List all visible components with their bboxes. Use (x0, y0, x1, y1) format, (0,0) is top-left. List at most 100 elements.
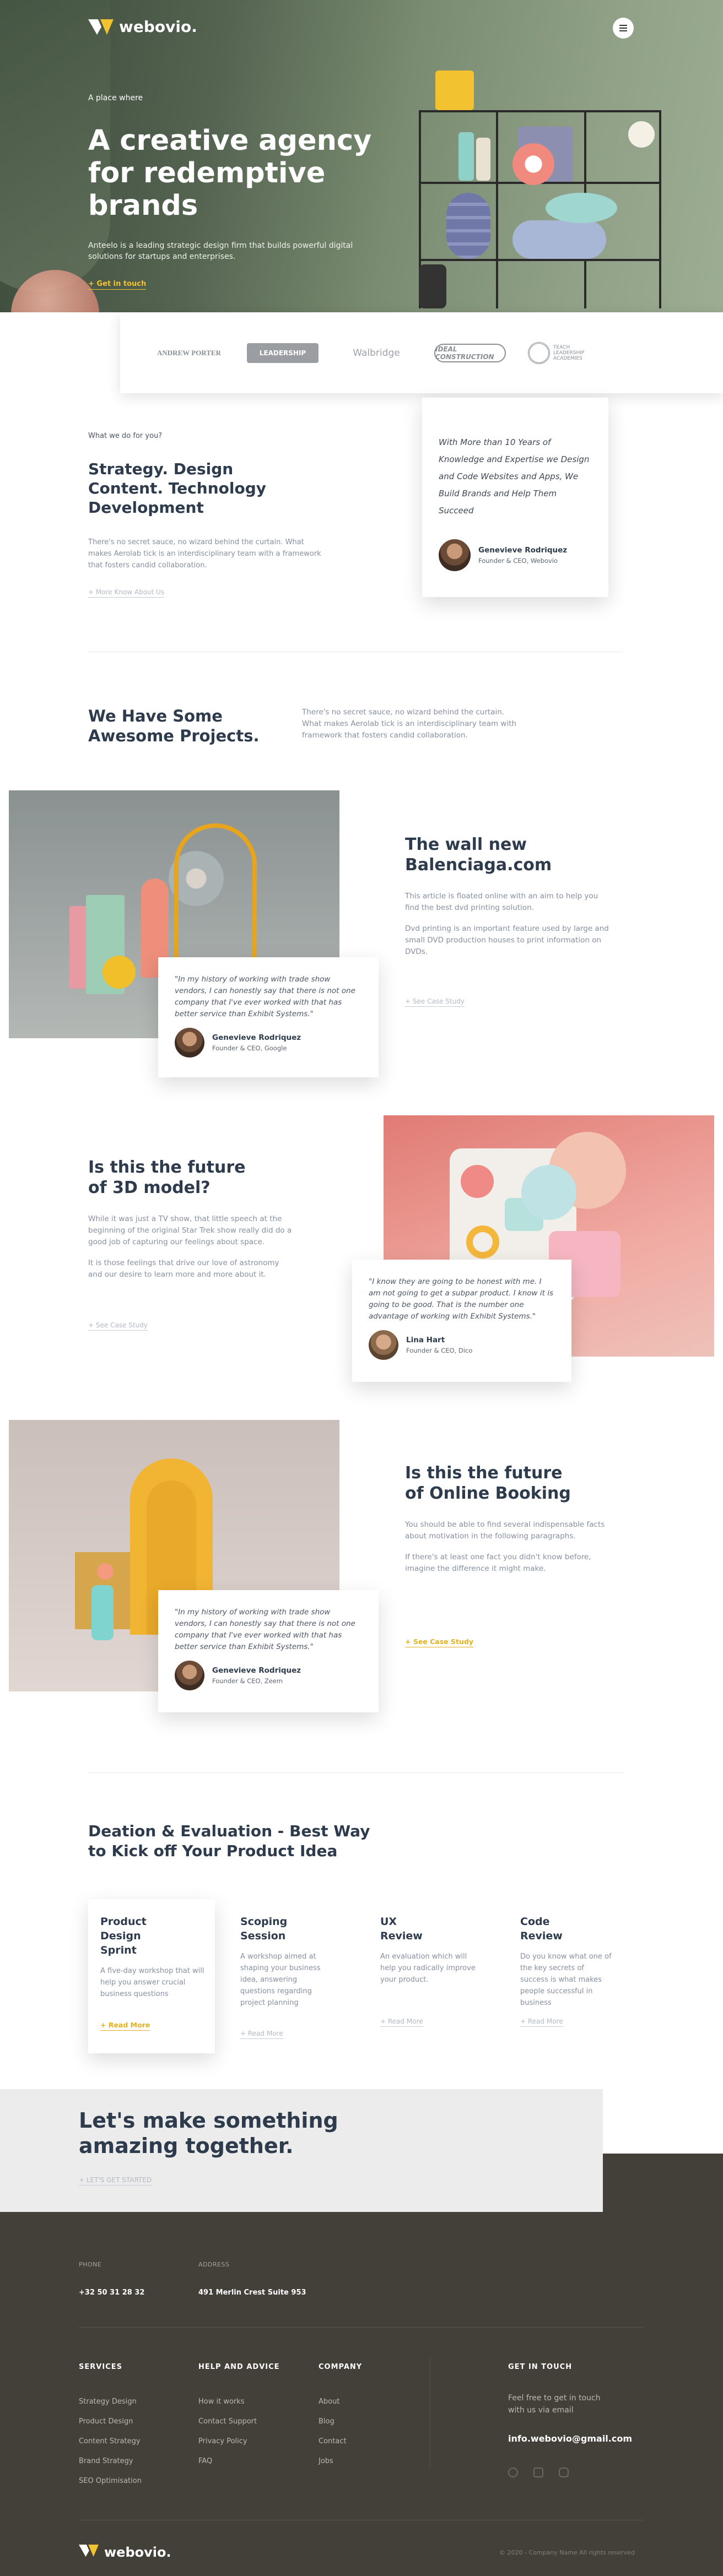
footer-logo[interactable]: webovio. (79, 2545, 171, 2560)
client-logos-bar: ANDREW PORTER LEADERSHIP Walbridge IDEAL… (120, 312, 723, 393)
logo-mark-icon (79, 2545, 99, 2560)
footer-contact-text: Feel free to get in touch with us via em… (508, 2394, 601, 2415)
cta-title: Let's make something amazing together. (79, 2108, 338, 2158)
footer-link[interactable]: Jobs (319, 2452, 347, 2471)
hamburger-icon-line (619, 28, 627, 29)
author-name: Genevieve Rodriquez (478, 546, 568, 555)
top-testimonial-author: Genevieve Rodriquez Founder & CEO, Webov… (439, 539, 592, 571)
author-name: Genevieve Rodriquez (212, 1666, 301, 1675)
footer-link[interactable]: Blog (319, 2412, 347, 2432)
avatar (175, 1028, 204, 1057)
project-1-testimonial-card: "In my history of working with trade sho… (158, 957, 379, 1077)
avatar (369, 1330, 398, 1360)
more-about-us-link[interactable]: + More Know About Us (88, 588, 165, 598)
process-card-text: A five-day workshop that will help you a… (100, 1967, 204, 1998)
footer: PHONE +32 50 31 28 32 ADDRESS 491 Merlin… (0, 2154, 723, 2576)
hero-section: webovio. A place where A creative agency… (0, 0, 723, 312)
footer-address: 491 Merlin Crest Suite 953 (198, 2288, 306, 2297)
project-1-text-1: This article is floated online with an a… (405, 892, 598, 912)
client-logo: ANDREW PORTER (157, 348, 221, 357)
project-1-case-study-link[interactable]: + See Case Study (405, 997, 465, 1007)
project-3-quote: "In my history of working with trade sho… (175, 1608, 355, 1651)
project-1-quote: "In my history of working with trade sho… (175, 975, 355, 1018)
project-1-text-2: Dvd printing is an important feature use… (405, 924, 609, 956)
process-card-title: UX Review (380, 1916, 423, 1942)
footer-services-list: Strategy Design Product Design Content S… (79, 2392, 142, 2491)
project-1-title: The wall new Balenciaga.com (405, 835, 552, 875)
footer-divider (79, 2327, 644, 2328)
process-card-title: Code Review (520, 1916, 563, 1942)
process-card-scoping-session[interactable]: Scoping Session A workshop aimed at shap… (228, 1899, 355, 2053)
project-2-case-study-link[interactable]: + See Case Study (88, 1321, 148, 1331)
lets-get-started-link[interactable]: + LET'S GET STARTED (79, 2176, 152, 2185)
footer-link[interactable]: Content Strategy (79, 2432, 142, 2452)
footer-email-link[interactable]: info.webovio@gmail.com (508, 2433, 632, 2444)
footer-phone[interactable]: +32 50 31 28 32 (79, 2288, 144, 2297)
projects-title: We Have Some Awesome Projects. (88, 707, 260, 745)
author-role: Founder & CEO, Zeem (212, 1677, 283, 1685)
instagram-icon[interactable] (559, 2467, 569, 2477)
footer-help-list: How it works Contact Support Privacy Pol… (198, 2392, 257, 2471)
footer-services-head: SERVICES (79, 2363, 122, 2371)
client-logo: TEACH LEADERSHIP ACADEMIES (528, 337, 600, 370)
footer-social (508, 2467, 569, 2477)
read-more-link[interactable]: + Read More (380, 2018, 423, 2027)
process-card-title: Product Design Sprint (100, 1916, 147, 1956)
process-card-ux-review[interactable]: UX Review An evaluation which will help … (368, 1899, 495, 2053)
section-divider (88, 1772, 623, 1773)
author-name: Lina Hart (406, 1336, 445, 1344)
logo-text: webovio. (104, 2545, 171, 2560)
process-title: Deation & Evaluation - Best Way to Kick … (88, 1822, 370, 1860)
project-2-testimonial-card: "I know they are going to be honest with… (352, 1260, 571, 1382)
footer-copyright: © 2020 - Company Name All rights reserve… (499, 2549, 635, 2556)
services-eyebrow: What we do for you? (88, 432, 163, 440)
process-card-text: Do you know what one of the key secrets … (520, 1953, 612, 2007)
footer-link[interactable]: Product Design (79, 2412, 142, 2432)
footer-phone-label: PHONE (79, 2261, 102, 2268)
top-testimonial-card: With More than 10 Years of Knowledge and… (422, 398, 608, 597)
site-logo[interactable]: webovio. (88, 18, 197, 36)
services-text: There's no secret sauce, no wizard behin… (88, 538, 321, 570)
avatar (439, 539, 471, 571)
project-3-text-1: You should be able to find several indis… (405, 1520, 605, 1541)
academy-seal-icon (528, 341, 550, 364)
logo-mark-icon (88, 19, 114, 35)
facebook-icon[interactable] (508, 2467, 518, 2477)
project-3-text-2: If there's at least one fact you didn't … (405, 1553, 591, 1573)
hero-title: A creative agency for redemptive brands (88, 124, 372, 222)
author-role: Founder & CEO, Dico (406, 1347, 473, 1354)
process-card-code-review[interactable]: Code Review Do you know what one of the … (508, 1899, 635, 2053)
twitter-icon[interactable] (533, 2467, 543, 2477)
read-more-link[interactable]: + Read More (520, 2018, 563, 2027)
get-in-touch-link[interactable]: + Get in touch (88, 280, 147, 290)
read-more-link[interactable]: + Read More (100, 2021, 150, 2031)
footer-company-list: About Blog Contact Jobs (319, 2392, 347, 2471)
footer-link[interactable]: Contact (319, 2432, 347, 2452)
avatar (175, 1661, 204, 1690)
footer-link[interactable]: Brand Strategy (79, 2452, 142, 2471)
client-logo: IDEAL CONSTRUCTION (434, 343, 506, 362)
project-2-text-1: While it was just a TV show, that little… (88, 1214, 292, 1246)
project-3-case-study-link[interactable]: + See Case Study (405, 1637, 473, 1647)
footer-link[interactable]: How it works (198, 2392, 257, 2412)
project-3-testimonial-card: "In my history of working with trade sho… (158, 1590, 379, 1712)
footer-link[interactable]: Privacy Policy (198, 2432, 257, 2452)
client-logo: LEADERSHIP (247, 343, 319, 363)
read-more-link[interactable]: + Read More (240, 2030, 283, 2039)
footer-link[interactable]: FAQ (198, 2452, 257, 2471)
process-card-text: A workshop aimed at shaping your busines… (240, 1953, 321, 2007)
hamburger-icon (619, 25, 627, 26)
menu-button[interactable] (613, 18, 634, 39)
logo-text: webovio. (119, 18, 197, 36)
footer-contact-head: GET IN TOUCH (508, 2363, 573, 2371)
project-2-author: Lina Hart Founder & CEO, Dico (369, 1330, 555, 1360)
process-card-product-design-sprint[interactable]: Product Design Sprint A five-day worksho… (88, 1899, 215, 2053)
hero-eyebrow: A place where (88, 94, 143, 102)
footer-link[interactable]: SEO Optimisation (79, 2471, 142, 2491)
footer-link[interactable]: Strategy Design (79, 2392, 142, 2412)
project-2-text-2: It is those feelings that drive our love… (88, 1259, 279, 1279)
top-testimonial-quote: With More than 10 Years of Knowledge and… (439, 437, 590, 516)
footer-link[interactable]: About (319, 2392, 347, 2412)
services-title: Strategy. Design Content. Technology Dev… (88, 460, 266, 517)
footer-link[interactable]: Contact Support (198, 2412, 257, 2432)
